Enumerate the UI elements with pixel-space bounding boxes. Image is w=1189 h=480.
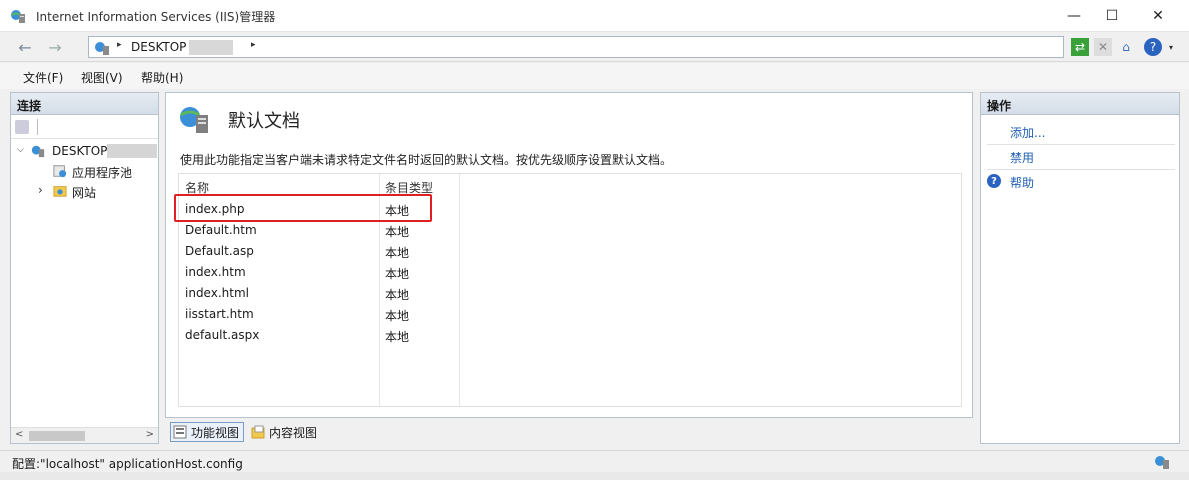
app-pool-icon (53, 165, 67, 178)
default-document-feature-icon (180, 107, 208, 133)
connections-panel: 连接 ⌵ DESKTOP 应用程序池 › 网站 < > (10, 92, 159, 444)
menu-file[interactable]: 文件(F) (23, 69, 63, 86)
action-separator (987, 169, 1175, 170)
content-view-icon (251, 425, 265, 439)
tab-content-view[interactable]: 内容视图 (249, 422, 321, 442)
table-row-name[interactable]: index.html (185, 286, 249, 300)
page-title: 默认文档 (228, 111, 300, 132)
menu-view[interactable]: 视图(V) (81, 69, 123, 86)
column-divider (379, 174, 380, 406)
refresh-icon[interactable]: ⇄ (1071, 38, 1089, 56)
table-row-type[interactable]: 本地 (385, 202, 409, 219)
navigation-bar: ← → ▸ DESKTOP ▸ ⇄ ✕ ⌂ ? ▾ (0, 32, 1189, 62)
server-icon (95, 42, 109, 55)
scroll-right-icon[interactable]: > (146, 429, 154, 440)
column-header-name[interactable]: 名称 (185, 179, 209, 196)
background-window-edge (0, 110, 8, 410)
table-row-type[interactable]: 本地 (385, 265, 409, 282)
breadcrumb-arrow-icon[interactable]: ▸ (251, 40, 256, 50)
table-row-type[interactable]: 本地 (385, 244, 409, 261)
table-row-name[interactable]: Default.asp (185, 244, 254, 258)
table-row-type[interactable]: 本地 (385, 328, 409, 345)
stop-icon[interactable]: ✕ (1094, 38, 1112, 56)
redacted-name (189, 40, 233, 55)
close-icon: ✕ (1152, 8, 1164, 24)
maximize-icon: ☐ (1105, 8, 1119, 24)
breadcrumb-arrow-icon: ▸ (117, 40, 122, 50)
table-row-type[interactable]: 本地 (385, 223, 409, 240)
menu-bar: 文件(F) 视图(V) 帮助(H) (0, 63, 1189, 89)
default-documents-table: 名称 条目类型 index.php 本地 Default.htm 本地 Default.… (178, 173, 962, 407)
back-arrow-icon: ← (18, 37, 32, 57)
page-description: 使用此功能指定当客户端未请求特定文件名时返回的默认文档。按优先级顺序设置默认文档… (180, 153, 673, 167)
minimize-icon: — (1067, 8, 1081, 24)
status-text: 配置:"localhost" applicationHost.config (12, 457, 243, 471)
table-row-name[interactable]: index.htm (185, 265, 246, 279)
tree-item-server[interactable]: DESKTOP (52, 144, 107, 158)
toolbar-separator (37, 119, 38, 135)
table-row-type[interactable]: 本地 (385, 307, 409, 324)
action-disable-link[interactable]: 禁用 (1010, 149, 1034, 166)
connections-toolbar (11, 115, 158, 139)
collapsed-chevron-icon[interactable]: › (38, 183, 43, 197)
forward-arrow-icon: → (48, 37, 62, 57)
scrollbar-thumb[interactable] (29, 431, 85, 441)
connect-icon[interactable] (15, 120, 29, 134)
address-bar[interactable]: ▸ DESKTOP ▸ (88, 36, 1064, 58)
tree-item-sites[interactable]: 网站 (72, 184, 96, 201)
table-row-name[interactable]: default.aspx (185, 328, 259, 342)
table-row-name[interactable]: iisstart.htm (185, 307, 254, 321)
maximize-button[interactable]: ☐ (1089, 0, 1135, 32)
close-button[interactable]: ✕ (1135, 0, 1181, 32)
redacted-name (107, 144, 157, 158)
tab-features-view[interactable]: 功能视图 (170, 422, 245, 442)
title-bar: Internet Information Services (IIS)管理器 —… (0, 0, 1189, 32)
column-header-type[interactable]: 条目类型 (385, 179, 433, 196)
actions-panel: 操作 添加... 禁用 ? 帮助 (980, 92, 1180, 444)
tab-label: 内容视图 (269, 425, 318, 440)
window-bottom-edge (0, 472, 1189, 480)
forward-button[interactable]: → (42, 35, 68, 59)
help-dropdown-icon[interactable]: ▾ (1162, 38, 1180, 56)
view-switcher: 功能视图 内容视图 (165, 420, 973, 444)
connections-header: 连接 (11, 93, 158, 115)
breadcrumb-server[interactable]: DESKTOP (131, 40, 186, 54)
default-document-panel: 默认文档 使用此功能指定当客户端未请求特定文件名时返回的默认文档。按优先级顺序设… (165, 92, 973, 418)
back-button[interactable]: ← (12, 35, 38, 59)
actions-header: 操作 (981, 93, 1179, 115)
expanded-chevron-icon[interactable]: ⌵ (17, 145, 24, 155)
table-row-name[interactable]: index.php (185, 202, 244, 216)
table-row-name[interactable]: Default.htm (185, 223, 257, 237)
features-view-icon (173, 425, 187, 439)
home-icon[interactable]: ⌂ (1117, 38, 1135, 56)
action-add-link[interactable]: 添加... (1010, 124, 1045, 141)
menu-help[interactable]: 帮助(H) (141, 69, 183, 86)
status-bar: 配置:"localhost" applicationHost.config (0, 450, 1189, 472)
window-title: Internet Information Services (IIS)管理器 (36, 10, 276, 24)
tab-label: 功能视图 (191, 425, 240, 440)
sites-folder-icon (53, 186, 67, 197)
action-separator (987, 144, 1175, 145)
server-icon (31, 145, 45, 158)
iis-app-icon (11, 10, 25, 23)
server-status-icon (1155, 456, 1169, 469)
action-help-link[interactable]: 帮助 (1010, 174, 1034, 191)
scroll-left-icon[interactable]: < (15, 429, 23, 440)
horizontal-scrollbar[interactable]: < > (11, 427, 158, 443)
column-divider (459, 174, 460, 406)
table-row-type[interactable]: 本地 (385, 286, 409, 303)
help-icon: ? (987, 174, 1001, 188)
help-menu-icon[interactable]: ? (1144, 38, 1162, 56)
tree-item-app-pools[interactable]: 应用程序池 (72, 164, 132, 181)
